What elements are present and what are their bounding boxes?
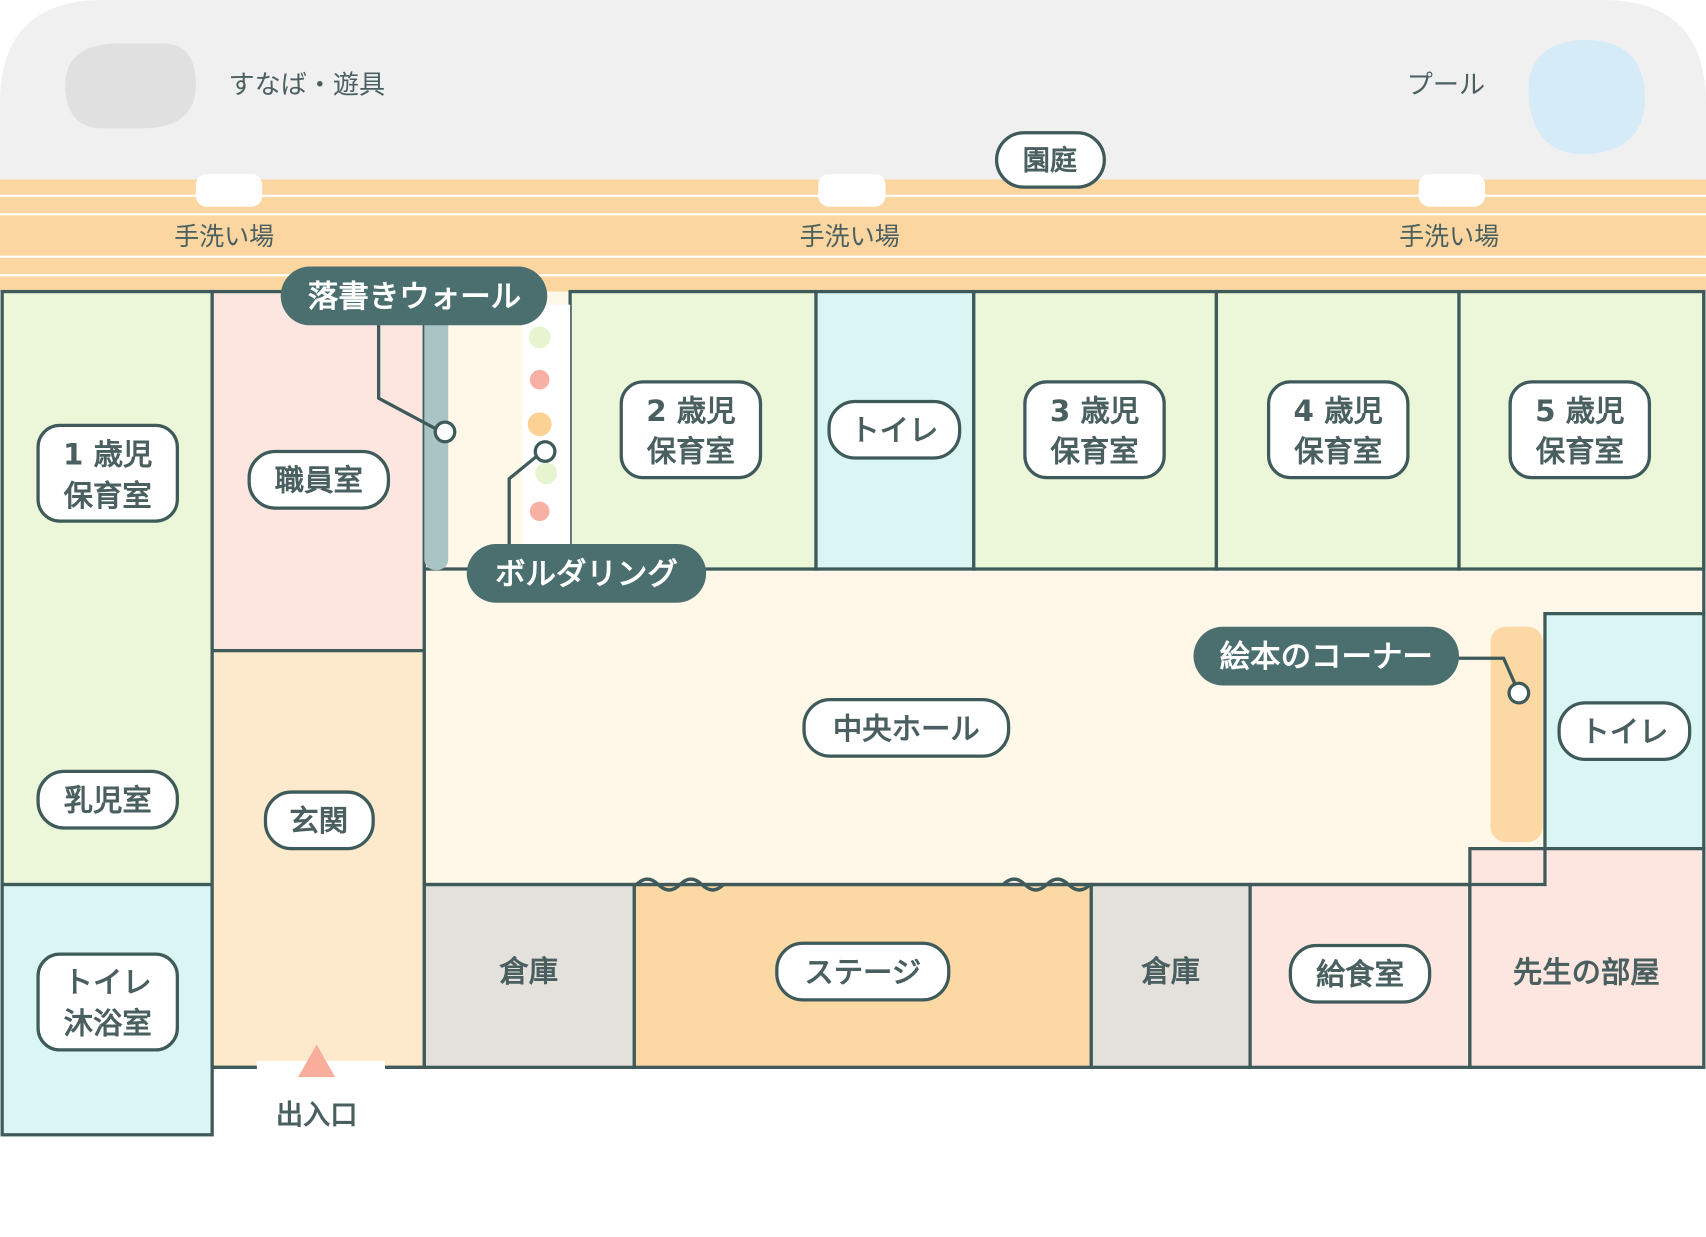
age4-label-2: 保育室 [1294, 434, 1382, 468]
yard-label: 園庭 [1023, 145, 1078, 177]
storage-left-label: 倉庫 [498, 954, 558, 988]
picturebook-callout-label: 絵本のコーナー [1220, 639, 1433, 675]
toilet-right-label: トイレ [1580, 715, 1668, 749]
room-genkan [210, 648, 426, 1069]
stage-label: ステージ [804, 955, 921, 989]
hall-label: 中央ホール [833, 712, 980, 746]
wash-basin-center [818, 174, 886, 207]
bouldering-callout-label: ボルダリング [495, 556, 678, 592]
age2-label-1: 2 歳児 [646, 394, 735, 428]
wash-label-center: 手洗い場 [800, 222, 900, 251]
wash-label-right: 手洗い場 [1399, 222, 1499, 251]
floor-plan-svg: すなば・遊具 プール 手洗い場 手洗い場 手洗い場 園庭 出入口 1 歳児 保育… [0, 0, 1706, 1137]
sandbox-icon [65, 43, 196, 129]
picturebook-marker [1507, 681, 1531, 705]
wash-basin-left [195, 174, 263, 207]
age2-label-2: 保育室 [647, 434, 735, 468]
graffiti-callout-label: 落書きウォール [308, 280, 521, 315]
age3-label-1: 3 歳児 [1050, 394, 1139, 428]
toilet-bath-label-2: 沐浴室 [64, 1007, 152, 1041]
floor-map: すなば・遊具 プール 手洗い場 手洗い場 手洗い場 園庭 出入口 1 歳児 保育… [0, 0, 1706, 1237]
graffiti-marker [433, 420, 457, 444]
entrance-label: 出入口 [276, 1100, 358, 1131]
age3-label-2: 保育室 [1050, 434, 1138, 468]
pool-label: プール [1407, 71, 1485, 101]
genkan-label: 玄関 [289, 804, 348, 838]
sandbox-label: すなば・遊具 [228, 71, 385, 101]
infant-label: 乳児室 [64, 784, 152, 818]
wash-label-left: 手洗い場 [174, 222, 274, 251]
bouldering-hold [535, 462, 558, 485]
age1-label-2: 保育室 [64, 479, 152, 513]
bouldering-hold [528, 326, 551, 349]
storage-right-label: 倉庫 [1140, 954, 1200, 988]
toilet-bath-label-1: トイレ [64, 965, 152, 999]
age5-label-2: 保育室 [1536, 434, 1624, 468]
wash-basin-right [1418, 174, 1486, 207]
toilet-mid-label: トイレ [850, 414, 938, 448]
bouldering-hold [529, 501, 550, 522]
staff-label: 職員室 [275, 464, 363, 498]
bouldering-hold [529, 369, 550, 390]
kitchen-label: 給食室 [1316, 958, 1404, 992]
pool-icon [1528, 39, 1646, 155]
teacher-label: 先生の部屋 [1513, 955, 1660, 989]
age4-label-1: 4 歳児 [1294, 394, 1383, 428]
age1-label-1: 1 歳児 [63, 438, 152, 472]
age5-label-1: 5 歳児 [1535, 394, 1624, 428]
bouldering-marker [533, 440, 557, 463]
bouldering-hold [527, 412, 552, 437]
